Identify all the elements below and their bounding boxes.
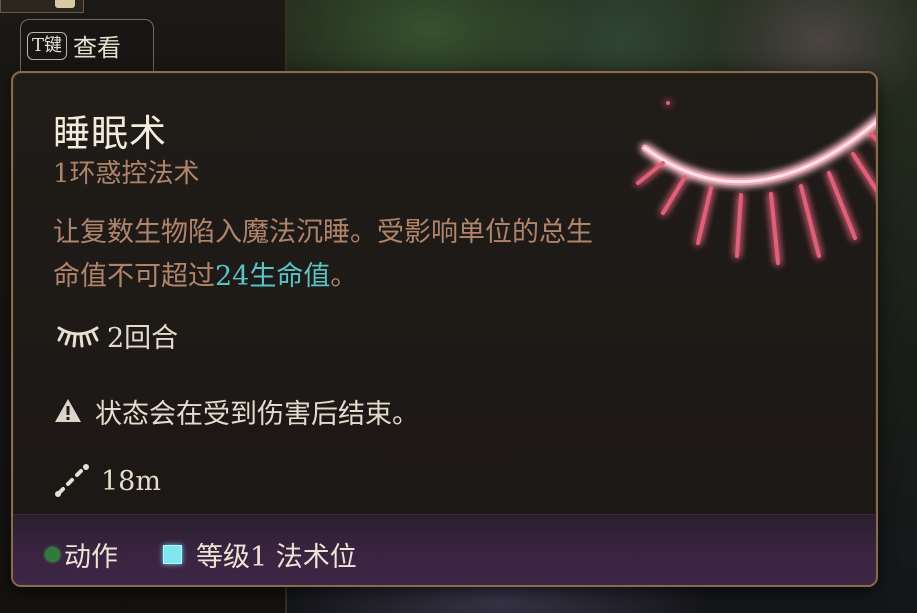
warning-row: 状态会在受到伤害后结束。 [53, 391, 419, 431]
spell-description: 让复数生物陷入魔法沉睡。受影响单位的总生命值不可超过24生命值。 [53, 211, 613, 299]
spell-school: 1环惑控法术 [53, 159, 200, 189]
duration-text: 2回合 [107, 322, 179, 354]
range-icon [55, 464, 89, 497]
hp-threshold-highlight[interactable]: 24生命值 [215, 261, 330, 292]
corner-badge [55, 0, 75, 8]
spell-name: 睡眠术 [53, 112, 167, 155]
closed-eye-icon [57, 326, 99, 348]
action-cost: 动作 [45, 535, 118, 574]
tooltip-footer: 动作 等级1 法术位 [13, 514, 876, 585]
spell-tooltip: 睡眠术 1环惑控法术 让复数生物陷入魔法沉睡。受影响单位的总生命值不可超过24生… [11, 71, 878, 587]
sleep-closed-eye-icon [636, 101, 876, 265]
action-label: 动作 [64, 542, 118, 573]
spell-slot-cost: 等级1 法术位 [163, 535, 357, 574]
range-row: 18m [53, 461, 161, 501]
action-dot-icon [45, 547, 60, 562]
duration-row: 2回合 [53, 315, 178, 355]
keybind-cap: T键 [27, 31, 68, 60]
spell-slot-label: 等级1 法术位 [196, 542, 357, 573]
warning-triangle-icon [55, 399, 81, 422]
warning-text: 状态会在受到伤害后结束。 [95, 398, 419, 430]
range-text: 18m [101, 465, 161, 497]
keybind-label: 查看 [73, 34, 122, 62]
description-end: 。 [330, 261, 358, 292]
spell-slot-icon [163, 545, 182, 564]
inspect-key-hint[interactable]: T键 查看 [20, 19, 154, 71]
